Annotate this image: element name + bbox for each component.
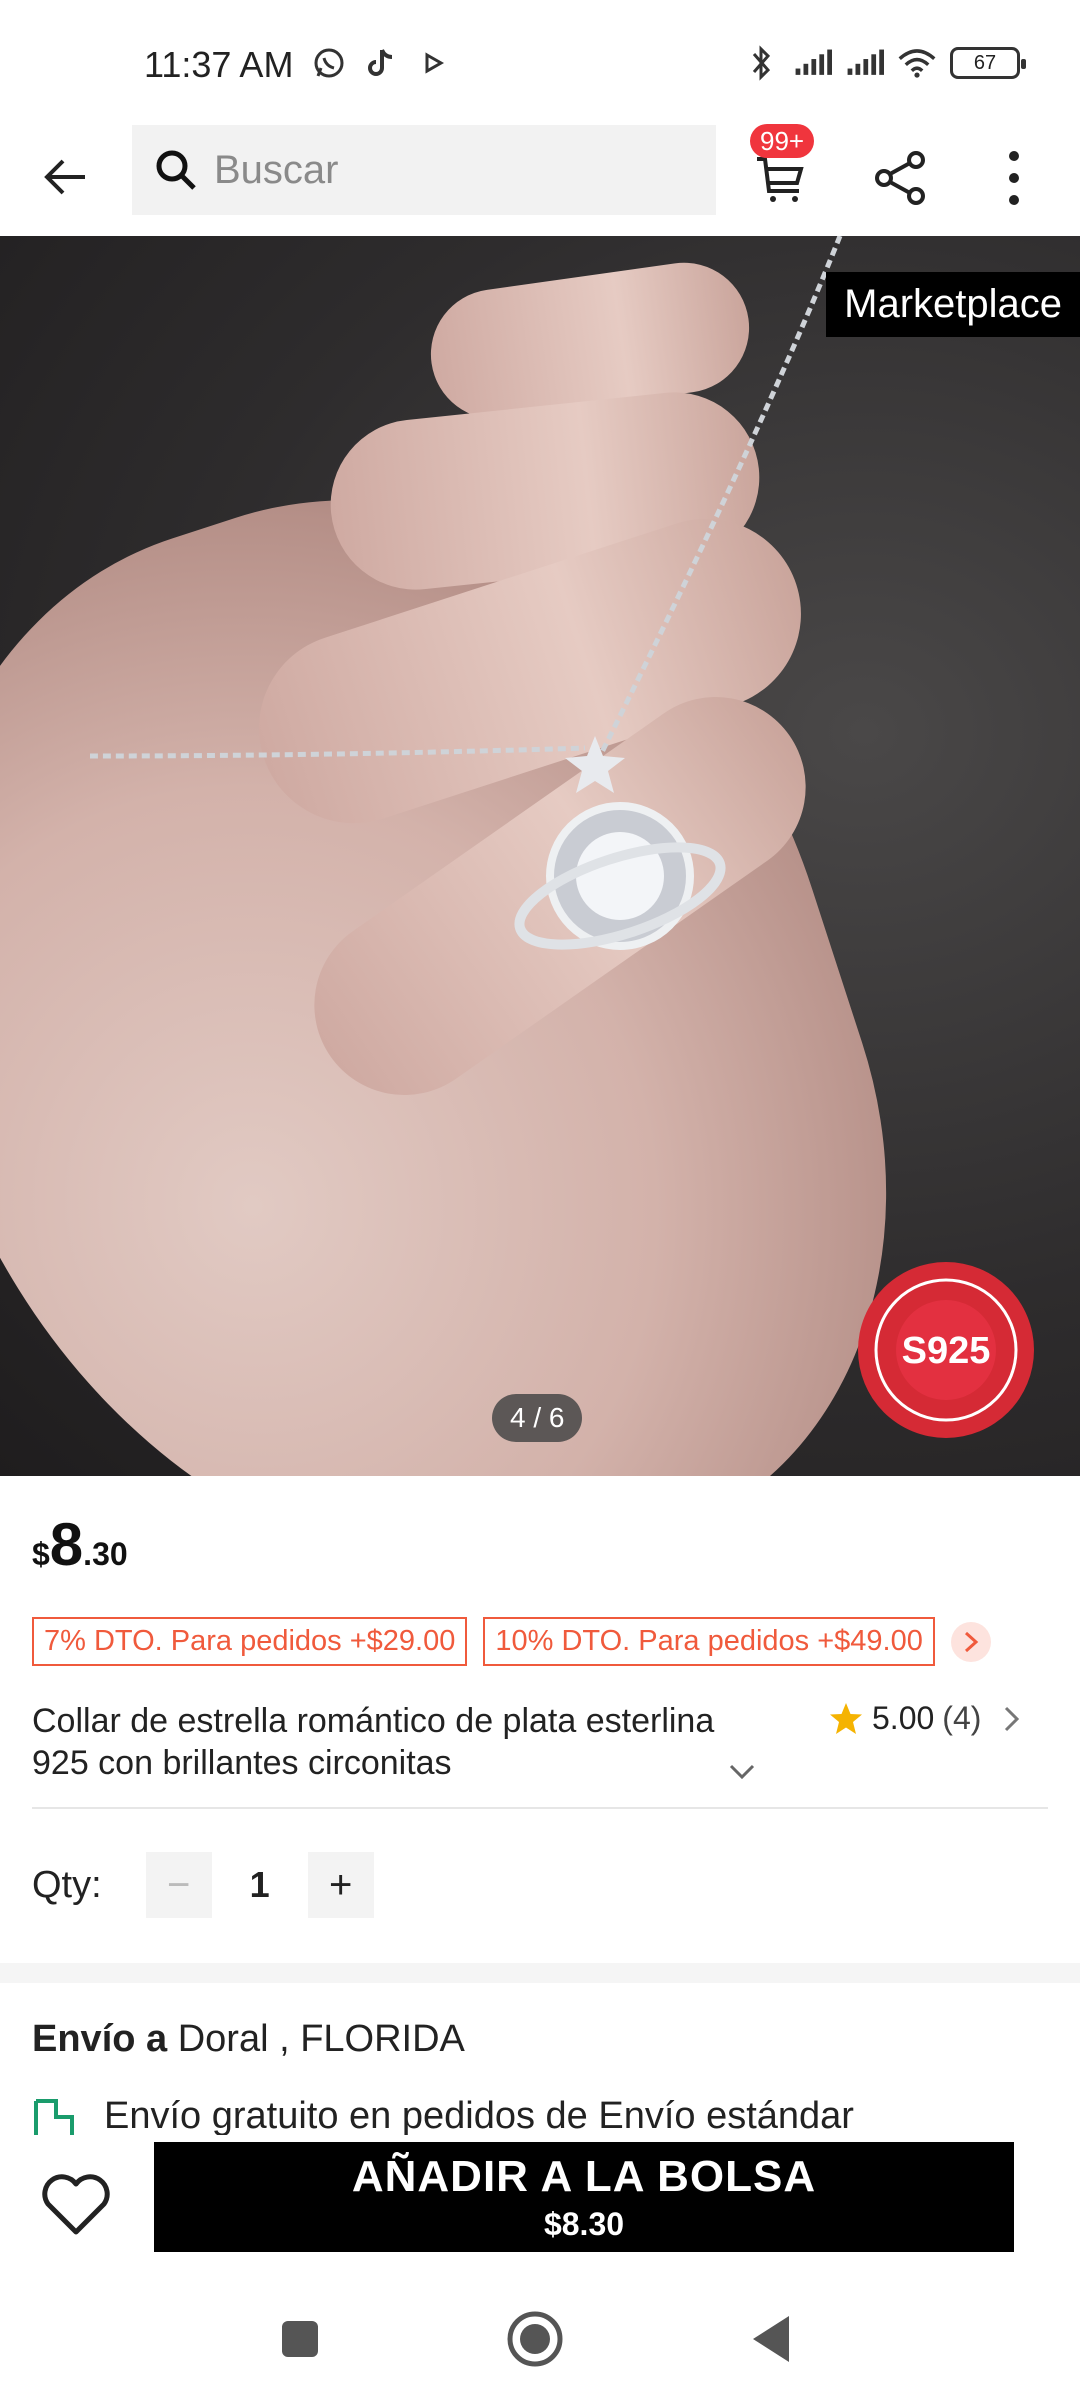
shipping-location: Doral , FLORIDA [177, 2018, 465, 2060]
promo-list: 7% DTO. Para pedidos +$29.00 10% DTO. Pa… [32, 1617, 991, 1666]
system-navigation-bar [0, 2276, 1080, 2400]
shipping-prefix: Envío a [32, 2018, 168, 2060]
home-circle-icon [507, 2311, 563, 2367]
quantity-stepper: Qty: − 1 + [32, 1852, 374, 1918]
recents-button[interactable] [265, 2304, 335, 2374]
back-arrow-icon [44, 159, 85, 195]
svg-text:S925: S925 [902, 1330, 991, 1372]
s925-seal-icon: S925 [858, 1262, 1034, 1438]
chevron-right-icon [964, 1631, 979, 1652]
product-image-carousel[interactable]: Marketplace S925 4 / 6 [0, 236, 1080, 1476]
shipping-box-icon [34, 2099, 74, 2135]
rating-count: (4) [942, 1700, 982, 1736]
marketplace-tag: Marketplace [826, 272, 1080, 337]
image-pager: 4 / 6 [492, 1394, 583, 1442]
section-separator [0, 1963, 1080, 1983]
promo-badge[interactable]: 7% DTO. Para pedidos +$29.00 [32, 1617, 468, 1666]
wifi-icon [898, 44, 936, 82]
status-time: 11:37 AM [144, 44, 294, 85]
product-title[interactable]: Collar de estrella romántico de plata es… [32, 1700, 762, 1784]
system-back-button[interactable] [736, 2304, 806, 2374]
play-icon [414, 44, 452, 82]
free-shipping-text: Envío gratuito en pedidos de Envío están… [104, 2095, 854, 2135]
whatsapp-icon [310, 44, 348, 82]
search-icon [156, 150, 196, 190]
add-to-bag-price: $8.30 [543, 2205, 625, 2242]
add-to-bag-button[interactable]: AÑADIR A LA BOLSA $8.30 [154, 2142, 1014, 2252]
chevron-right-icon [1005, 1706, 1020, 1731]
share-icon [875, 151, 925, 205]
bluetooth-icon [742, 44, 780, 82]
free-shipping-row: Envío gratuito en pedidos de Envío están… [32, 2095, 1032, 2135]
home-button[interactable] [500, 2304, 570, 2374]
chevron-down-icon [729, 1764, 755, 1780]
promo-badge[interactable]: 10% DTO. Para pedidos +$49.00 [483, 1617, 935, 1666]
back-button[interactable] [30, 142, 100, 212]
promo-more-button[interactable] [950, 1621, 991, 1662]
system-icons: 67 [742, 44, 1026, 82]
more-vertical-icon [1009, 151, 1019, 205]
share-button[interactable] [860, 138, 940, 218]
shipping-destination[interactable]: Envío a Doral , FLORIDA [32, 2018, 465, 2061]
signal-icon [794, 44, 832, 82]
triangle-back-icon [753, 2316, 789, 2362]
search-placeholder: Buscar [214, 147, 339, 192]
heart-icon [42, 2174, 110, 2235]
top-nav: Buscar 99+ [0, 120, 1080, 236]
product-price: $8.30 [32, 1511, 128, 1578]
rating-value: 5.00 [872, 1700, 935, 1736]
bottom-action-bar: AÑADIR A LA BOLSA $8.30 [0, 2136, 1080, 2276]
more-options-button[interactable] [984, 138, 1044, 218]
star-icon [830, 1702, 862, 1734]
cart-icon [757, 157, 804, 202]
cart-count-badge: 99+ [750, 124, 815, 158]
status-bar: 11:37 AM 67 [0, 0, 1080, 120]
qty-value: 1 [249, 1864, 270, 1905]
notification-icons [310, 44, 452, 82]
search-input[interactable]: Buscar [132, 125, 716, 215]
wishlist-button[interactable] [36, 2166, 116, 2246]
qty-label: Qty: [32, 1863, 102, 1906]
signal-icon [846, 44, 884, 82]
rating-summary[interactable]: 5.00 (4) [828, 1700, 1023, 1737]
qty-increase-button[interactable]: + [307, 1852, 374, 1918]
battery-icon: 67 [950, 47, 1026, 79]
expand-title-button[interactable] [722, 1752, 762, 1792]
square-icon [282, 2321, 318, 2357]
divider [32, 1807, 1048, 1809]
add-to-bag-label: AÑADIR A LA BOLSA [351, 2151, 817, 2201]
tiktok-icon [362, 44, 400, 82]
product-title-row: Collar de estrella romántico de plata es… [32, 1700, 1048, 1800]
qty-decrease-button[interactable]: − [145, 1852, 212, 1918]
